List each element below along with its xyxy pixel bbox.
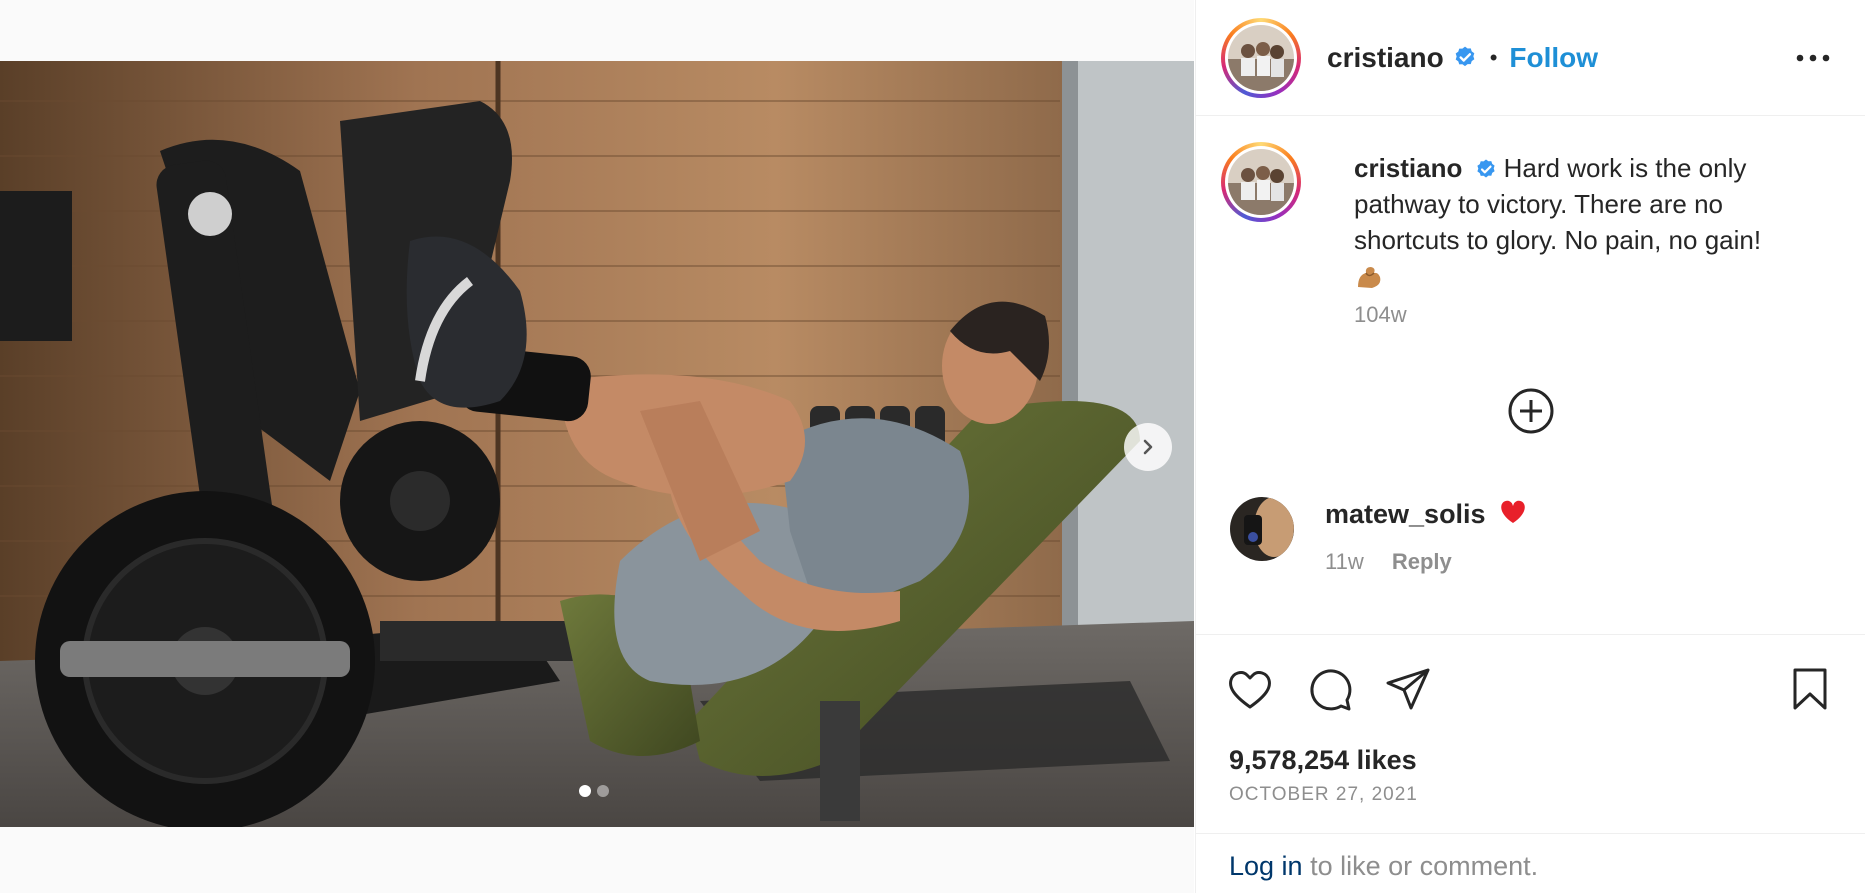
carousel-dot-1 bbox=[579, 785, 591, 797]
caption-username[interactable]: cristiano bbox=[1354, 153, 1462, 183]
reply-button[interactable]: Reply bbox=[1392, 549, 1452, 574]
login-link[interactable]: Log in bbox=[1229, 851, 1303, 881]
author-avatar[interactable] bbox=[1221, 17, 1301, 98]
commenter-username[interactable]: matew_solis bbox=[1325, 499, 1486, 529]
avatar-photo bbox=[1228, 149, 1294, 215]
post-sidebar: cristiano • Follow cristiano Hard work i… bbox=[1195, 0, 1865, 893]
login-suffix: to like or comment. bbox=[1302, 851, 1539, 881]
red-heart-emoji bbox=[1499, 499, 1527, 532]
flexed-biceps-emoji bbox=[1354, 263, 1384, 293]
verified-badge-icon bbox=[1474, 158, 1498, 182]
heart-icon bbox=[1229, 671, 1271, 709]
load-more-comments-button[interactable] bbox=[1507, 387, 1555, 435]
next-slide-button[interactable] bbox=[1124, 423, 1172, 471]
like-button[interactable] bbox=[1226, 665, 1274, 713]
comment-button[interactable] bbox=[1306, 665, 1354, 713]
share-icon bbox=[1386, 668, 1430, 710]
comment-icon bbox=[1310, 669, 1352, 711]
post-header: cristiano • Follow bbox=[1196, 0, 1865, 116]
avatar-photo bbox=[1228, 24, 1294, 91]
carousel-indicator bbox=[579, 785, 609, 797]
caption-text: cristiano Hard work is the only pathway … bbox=[1354, 150, 1834, 294]
bookmark-icon bbox=[1793, 668, 1827, 710]
follow-button[interactable]: Follow bbox=[1509, 42, 1598, 74]
caption-avatar[interactable] bbox=[1221, 142, 1301, 222]
comment-timestamp: 11w bbox=[1325, 549, 1364, 574]
share-button[interactable] bbox=[1384, 665, 1432, 713]
verified-badge-icon bbox=[1452, 45, 1478, 71]
chevron-right-icon bbox=[1143, 439, 1153, 455]
commenter-avatar[interactable] bbox=[1230, 497, 1294, 561]
action-bar bbox=[1196, 634, 1865, 730]
header-separator: • bbox=[1489, 44, 1498, 70]
carousel-dot-2 bbox=[597, 785, 609, 797]
caption-timestamp: 104w bbox=[1354, 302, 1407, 327]
author-username[interactable]: cristiano bbox=[1327, 42, 1444, 74]
more-options-icon[interactable] bbox=[1795, 40, 1831, 76]
post-photo[interactable] bbox=[0, 61, 1194, 827]
save-button[interactable] bbox=[1786, 665, 1834, 713]
login-prompt: Log in to like or comment. bbox=[1196, 833, 1865, 893]
media-pane bbox=[0, 0, 1194, 893]
gym-leg-press-illustration bbox=[0, 61, 1194, 827]
plus-circle-icon bbox=[1508, 388, 1554, 434]
likes-count[interactable]: 9,578,254 likes bbox=[1229, 745, 1417, 776]
post-date: OCTOBER 27, 2021 bbox=[1229, 784, 1418, 805]
